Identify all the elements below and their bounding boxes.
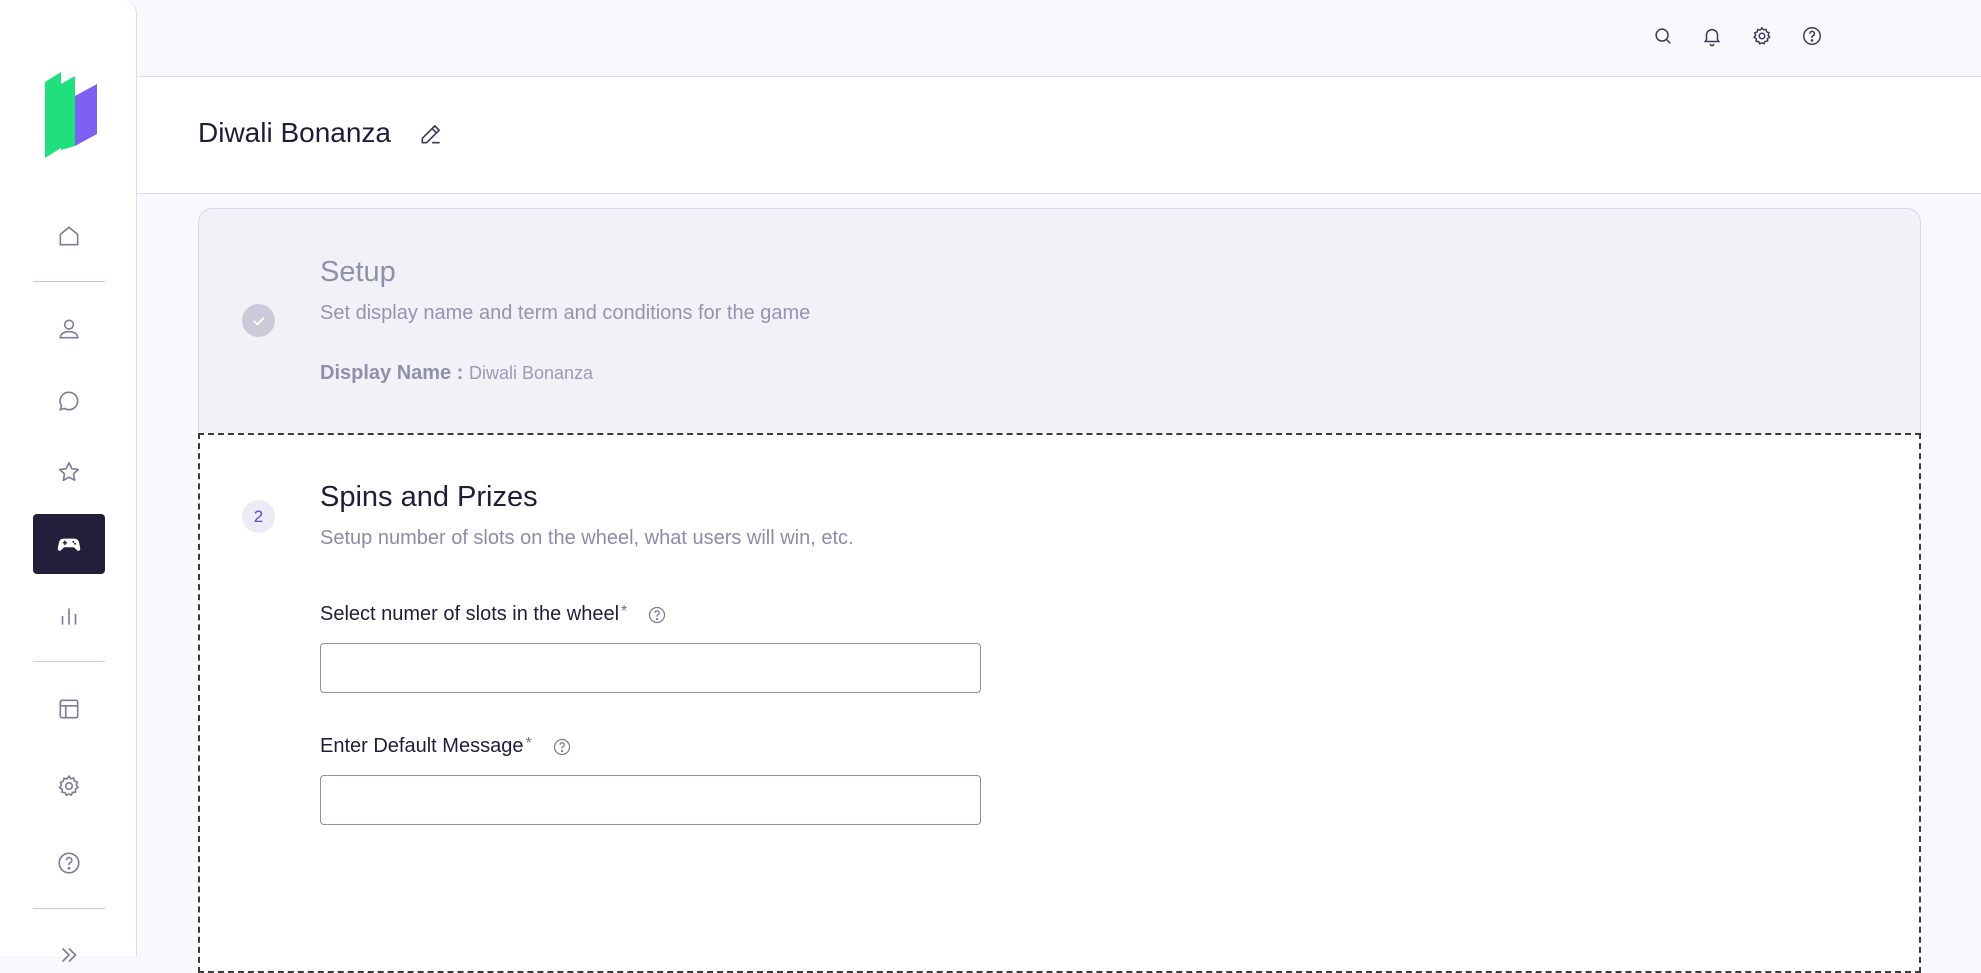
sidebar-item-layouts[interactable]: [33, 679, 105, 739]
home-icon: [59, 226, 79, 246]
required-marker: *: [525, 735, 532, 752]
notifications-button[interactable]: [1700, 24, 1724, 48]
slots-field-label: Select numer of slots in the wheel *: [320, 603, 667, 626]
help-icon: [58, 852, 80, 874]
step-complete-badge: [242, 304, 275, 337]
sidebar-item-help[interactable]: [33, 833, 105, 893]
sidebar-expand-button[interactable]: [33, 930, 105, 963]
sidebar-divider: [33, 908, 105, 909]
expand-icon: [61, 947, 77, 963]
star-icon: [58, 461, 80, 482]
required-marker: *: [621, 603, 628, 620]
display-name-label: Display Name :: [320, 362, 464, 384]
default-message-input[interactable]: [320, 775, 981, 825]
display-name-summary: Display Name : Diwali Bonanza: [320, 362, 593, 385]
help-icon[interactable]: [552, 737, 572, 757]
slots-label-text: Select numer of slots in the wheel: [320, 603, 620, 625]
sidebar-item-analytics[interactable]: [33, 586, 105, 646]
bar-chart-icon: [61, 608, 77, 625]
sidebar-item-messages[interactable]: [33, 371, 105, 431]
gear-icon: [58, 774, 80, 797]
help-button[interactable]: [1800, 24, 1824, 48]
help-icon: [1803, 27, 1821, 45]
help-icon[interactable]: [647, 605, 667, 625]
edit-title-icon[interactable]: [418, 121, 444, 147]
page-header: Diwali Bonanza: [137, 77, 1981, 194]
layout-icon: [59, 699, 79, 719]
top-bar: XY: [137, 0, 1981, 77]
step-title: Setup: [320, 256, 396, 288]
chat-icon: [59, 391, 79, 411]
display-name-value: Diwali Bonanza: [468, 363, 594, 383]
message-label-text: Enter Default Message: [320, 735, 524, 757]
sidebar-divider: [33, 281, 105, 282]
message-field-label: Enter Default Message *: [320, 735, 572, 758]
gear-icon: [1753, 26, 1771, 45]
sidebar-item-home[interactable]: [33, 206, 105, 266]
sidebar-item-games[interactable]: [33, 514, 105, 574]
gamepad-icon: [57, 538, 81, 551]
step-description: Setup number of slots on the wheel, what…: [320, 527, 854, 549]
user-icon: [59, 319, 79, 339]
search-icon: [1655, 28, 1671, 44]
step-spins-card: 2 Spins and Prizes Setup number of slots…: [198, 433, 1921, 973]
bell-icon: [1703, 28, 1721, 47]
step-description: Set display name and term and conditions…: [320, 302, 811, 324]
step-title: Spins and Prizes: [320, 481, 538, 513]
sidebar-divider: [33, 661, 105, 662]
step-setup-card[interactable]: Setup Set display name and term and cond…: [198, 208, 1921, 434]
brand-logo: [45, 72, 97, 158]
page-title: Diwali Bonanza: [198, 117, 391, 148]
settings-button[interactable]: [1750, 24, 1774, 48]
slots-input[interactable]: [320, 643, 981, 693]
sidebar-item-settings[interactable]: [33, 756, 105, 816]
search-button[interactable]: [1651, 24, 1675, 48]
step-number-badge: 2: [242, 500, 275, 533]
check-icon: [252, 316, 265, 325]
sidebar: [0, 0, 137, 963]
sidebar-item-users[interactable]: [33, 299, 105, 359]
sidebar-item-favorites[interactable]: [33, 442, 105, 502]
